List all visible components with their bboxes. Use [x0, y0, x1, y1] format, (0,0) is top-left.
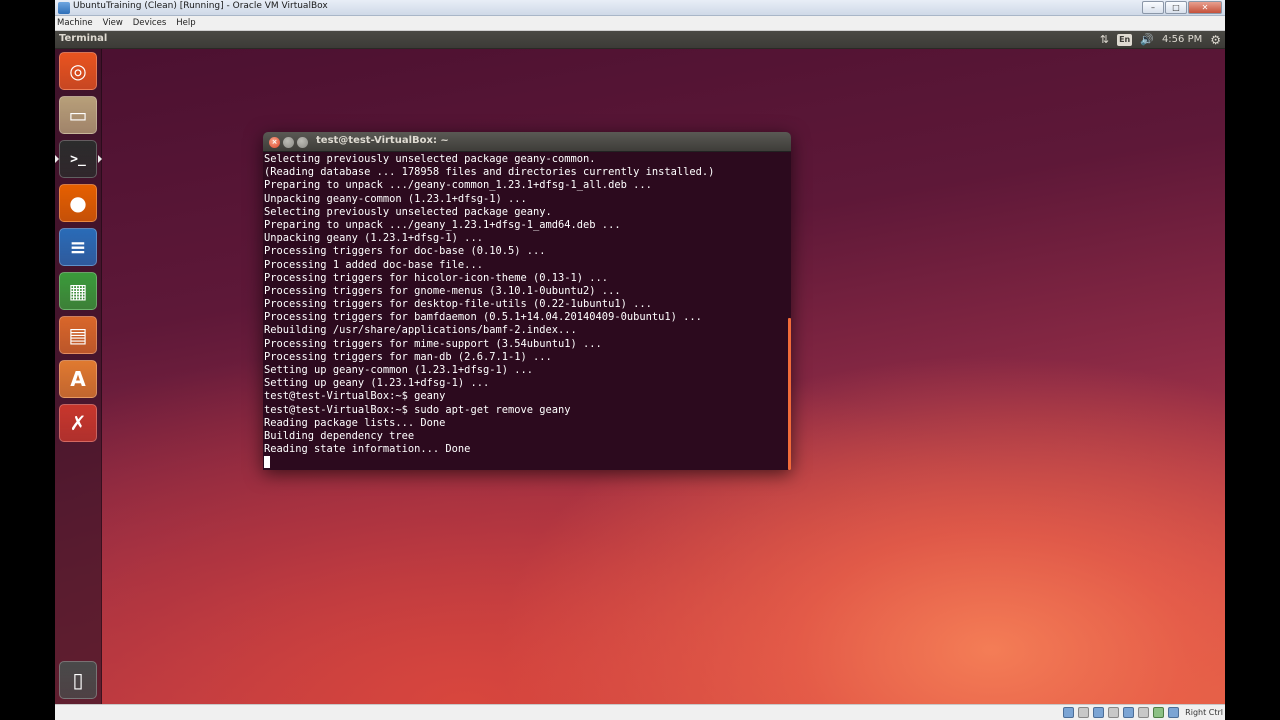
menu-help[interactable]: Help: [171, 16, 200, 30]
gear-icon[interactable]: ⚙: [1210, 32, 1221, 48]
file-manager-icon: ▭: [68, 103, 88, 127]
terminal-maximize-button[interactable]: [297, 137, 308, 148]
terminal-line: Unpacking geany (1.23.1+dfsg-1) ...: [264, 232, 483, 245]
terminal-icon: >_: [70, 151, 86, 167]
launcher-item-terminal[interactable]: >_: [59, 140, 97, 178]
terminal-line: Unpacking geany-common (1.23.1+dfsg-1) .…: [264, 192, 527, 205]
network-adapter-icon[interactable]: [1093, 707, 1105, 718]
top-panel: Terminal ⇅ En 🔊 4:56 PM ⚙: [55, 31, 1225, 49]
menu-view[interactable]: View: [98, 16, 128, 30]
launcher-item-impress[interactable]: ▤: [59, 316, 97, 354]
launcher-item-calc[interactable]: ▦: [59, 272, 97, 310]
keyboard-layout-indicator[interactable]: En: [1117, 34, 1133, 46]
terminal-line: Processing triggers for doc-base (0.10.5…: [264, 245, 546, 258]
terminal-line: Selecting previously unselected package …: [264, 153, 596, 165]
running-indicator: [55, 155, 59, 163]
launcher-item-firefox[interactable]: ●: [59, 184, 97, 222]
virtualbox-menubar: Machine View Devices Help: [55, 16, 1225, 31]
terminal-line: Setting up geany-common (1.23.1+dfsg-1) …: [264, 364, 533, 376]
terminal-line: Preparing to unpack .../geany-common_1.2…: [264, 179, 652, 192]
terminal-line: Processing triggers for gnome-menus (3.1…: [264, 284, 621, 297]
terminal-output[interactable]: Selecting previously unselected package …: [264, 153, 784, 469]
terminal-line: Building dependency tree: [264, 429, 415, 442]
host-key-label: Right Ctrl: [1185, 708, 1223, 717]
software-center-icon: A: [70, 367, 86, 391]
terminal-line: Reading state information... Done: [264, 443, 471, 456]
panel-app-name: Terminal: [59, 33, 108, 44]
usb-icon[interactable]: [1108, 707, 1120, 718]
virtualbox-window: UbuntuTraining (Clean) [Running] - Oracl…: [55, 0, 1225, 720]
libreoffice-writer-icon: ≡: [69, 235, 87, 259]
terminal-line: Rebuilding /usr/share/applications/bamf-…: [264, 324, 577, 337]
terminal-line: Processing 1 added doc-base file...: [264, 258, 483, 271]
optical-drive-icon[interactable]: [1078, 707, 1090, 718]
menu-devices[interactable]: Devices: [128, 16, 172, 30]
guest-desktop[interactable]: Terminal ⇅ En 🔊 4:56 PM ⚙ ◎ ▭ >_ ● ≡ ▦ ▤ A ✗ ▯ × …: [55, 31, 1225, 704]
terminal-line: Processing triggers for man-db (2.6.7.1-…: [264, 350, 552, 363]
launcher-item-writer[interactable]: ≡: [59, 228, 97, 266]
launcher-item-dash-home[interactable]: ◎: [59, 52, 97, 90]
launcher-item-trash[interactable]: ▯: [59, 661, 97, 699]
terminal-window[interactable]: × test@test-VirtualBox: ~ Selecting prev…: [263, 132, 791, 470]
terminal-close-button[interactable]: ×: [269, 137, 280, 148]
host-key-icon[interactable]: [1168, 707, 1180, 718]
firefox-icon: ●: [69, 191, 87, 215]
terminal-minimize-button[interactable]: [283, 137, 294, 148]
menu-machine[interactable]: Machine: [55, 16, 98, 30]
terminal-line: Setting up geany (1.23.1+dfsg-1) ...: [264, 377, 490, 390]
terminal-line: Processing triggers for bamfdaemon (0.5.…: [264, 311, 702, 324]
mouse-integration-icon[interactable]: [1153, 707, 1165, 718]
focused-indicator: [98, 155, 102, 163]
close-button[interactable]: ✕: [1188, 1, 1222, 14]
terminal-line: test@test-VirtualBox:~$ sudo apt-get rem…: [264, 403, 571, 416]
letterbox-right: [1225, 0, 1280, 720]
hard-disk-icon[interactable]: [1063, 707, 1075, 718]
launcher-item-files[interactable]: ▭: [59, 96, 97, 134]
libreoffice-impress-icon: ▤: [68, 323, 88, 347]
terminal-line: Preparing to unpack .../geany_1.23.1+dfs…: [264, 218, 621, 231]
clock[interactable]: 4:56 PM: [1162, 32, 1202, 48]
terminal-line: Reading package lists... Done: [264, 416, 446, 429]
window-title: UbuntuTraining (Clean) [Running] - Oracl…: [73, 1, 328, 11]
terminal-prompt-line[interactable]: [264, 456, 784, 469]
terminal-cursor: [264, 456, 270, 469]
shared-folders-icon[interactable]: [1123, 707, 1135, 718]
virtualbox-statusbar: Right Ctrl: [55, 704, 1225, 720]
launcher-item-software-center[interactable]: A: [59, 360, 97, 398]
volume-icon[interactable]: 🔊: [1140, 32, 1154, 48]
system-settings-icon: ✗: [69, 411, 87, 435]
terminal-line: test@test-VirtualBox:~$ geany: [264, 390, 446, 403]
terminal-title: test@test-VirtualBox: ~: [316, 135, 449, 146]
ubuntu-logo-icon: ◎: [69, 59, 87, 83]
terminal-titlebar[interactable]: × test@test-VirtualBox: ~: [263, 132, 791, 152]
terminal-line: Processing triggers for mime-support (3.…: [264, 337, 602, 350]
virtualbox-titlebar[interactable]: UbuntuTraining (Clean) [Running] - Oracl…: [55, 0, 1225, 16]
launcher-item-system-settings[interactable]: ✗: [59, 404, 97, 442]
network-icon[interactable]: ⇅: [1100, 32, 1109, 48]
video-capture-icon[interactable]: [1138, 707, 1150, 718]
status-icons: Right Ctrl: [1063, 707, 1223, 718]
letterbox-left: [0, 0, 55, 720]
terminal-scrollbar[interactable]: [788, 318, 791, 470]
launcher: ◎ ▭ >_ ● ≡ ▦ ▤ A ✗ ▯: [55, 49, 102, 704]
maximize-button[interactable]: □: [1165, 1, 1187, 14]
trash-icon: ▯: [72, 668, 84, 692]
terminal-line: Processing triggers for desktop-file-uti…: [264, 298, 652, 311]
terminal-line: (Reading database ... 178958 files and d…: [264, 166, 715, 179]
panel-indicators: ⇅ En 🔊 4:56 PM ⚙: [1100, 32, 1221, 48]
terminal-line: Selecting previously unselected package …: [264, 205, 552, 218]
minimize-button[interactable]: –: [1142, 1, 1164, 14]
libreoffice-calc-icon: ▦: [68, 279, 88, 303]
terminal-line: Processing triggers for hicolor-icon-the…: [264, 271, 609, 284]
window-controls: – □ ✕: [1142, 1, 1222, 14]
virtualbox-icon: [58, 2, 70, 14]
